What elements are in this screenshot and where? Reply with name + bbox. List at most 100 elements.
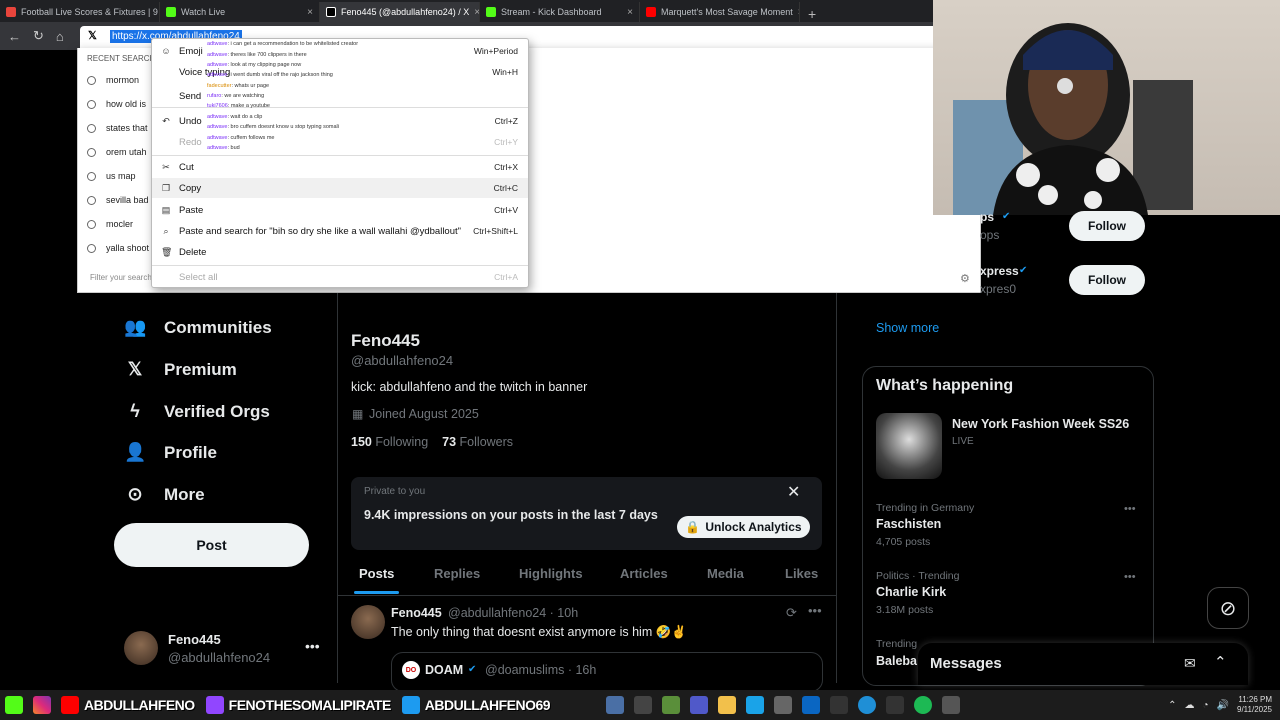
trend-title[interactable]: Charlie Kirk — [876, 585, 946, 599]
teams-icon[interactable] — [690, 696, 709, 714]
browser-tab-active[interactable]: Feno445 (@abdullahfeno24) / X × — [320, 2, 480, 22]
trend-title[interactable]: Baleba — [876, 654, 917, 668]
quoted-handle: @doamuslims · 16h — [485, 663, 597, 677]
show-more-link[interactable]: Show more — [876, 321, 939, 335]
follow-button[interactable]: Follow — [1069, 265, 1145, 295]
follow-button[interactable]: Follow — [1069, 211, 1145, 241]
favicon-icon — [166, 7, 176, 17]
lightning-icon: ϟ — [130, 401, 140, 421]
new-message-icon[interactable]: ✉ — [1184, 655, 1196, 672]
close-icon[interactable]: ✕ — [787, 482, 800, 502]
spotify-icon[interactable] — [914, 696, 933, 714]
youtube-favicon-icon — [646, 7, 656, 17]
taskbar-app-icon[interactable] — [774, 696, 793, 714]
browser-tab[interactable]: Football Live Scores & Fixtures | 9× — [0, 2, 160, 22]
taskbar-app-icon[interactable] — [886, 696, 905, 714]
more-dots-icon[interactable]: ••• — [305, 638, 320, 654]
undo-icon: ↶ — [162, 115, 170, 126]
menu-item-delete[interactable]: 🗑 Delete — [152, 242, 528, 262]
tab-media[interactable]: Media — [707, 566, 744, 581]
trend-context: Trending in Germany — [876, 502, 975, 514]
chat-message: adtwave: theres like 700 clippers in the… — [207, 52, 307, 58]
browser-tab[interactable]: Stream - Kick Dashboard × — [480, 2, 640, 22]
nav-more[interactable]: ⊙ More — [124, 484, 204, 505]
gear-icon[interactable]: ⚙ — [960, 272, 970, 285]
grok-icon[interactable]: ⊘ — [1207, 587, 1249, 629]
browser-tab[interactable]: Watch Live × — [160, 2, 320, 22]
recent-search-item[interactable]: states that — [87, 123, 148, 133]
event-title[interactable]: New York Fashion Week SS26 — [952, 417, 1129, 431]
nav-premium[interactable]: 𝕏 Premium — [124, 359, 237, 380]
file-explorer-icon[interactable] — [718, 696, 737, 714]
grok-icon[interactable]: ⟳ — [786, 605, 797, 621]
tab-replies[interactable]: Replies — [434, 566, 480, 581]
avatar[interactable] — [351, 605, 385, 639]
volume-icon[interactable]: 🔊 — [1217, 700, 1229, 711]
trend-title[interactable]: Faschisten — [876, 517, 941, 531]
chevron-up-icon[interactable]: ⌃ — [1214, 653, 1227, 671]
browser-tab[interactable]: Marquett's Most Savage Moment× — [640, 2, 800, 22]
youtube-icon — [61, 696, 79, 714]
tab-articles[interactable]: Articles — [620, 566, 668, 581]
back-icon[interactable]: ← — [8, 29, 21, 44]
menu-item-paste-and-search[interactable]: ⌕ Paste and search for "bih so dry she li… — [152, 221, 528, 241]
avatar[interactable] — [124, 631, 158, 665]
more-dots-icon[interactable]: ••• — [808, 603, 822, 618]
tab-likes[interactable]: Likes — [785, 566, 818, 581]
chevron-up-icon[interactable]: ⌃ — [1168, 700, 1176, 711]
post-handle: @abdullahfeno24 · 10h — [448, 606, 579, 620]
suggest-name: ps — [980, 210, 995, 224]
recent-search-item[interactable]: us map — [87, 171, 136, 181]
edge-icon[interactable] — [858, 696, 877, 714]
home-icon[interactable]: ⌂ — [56, 29, 64, 44]
outlook-icon[interactable] — [802, 696, 821, 714]
taskbar-app-icon[interactable] — [634, 696, 653, 714]
post-button[interactable]: Post — [114, 523, 309, 567]
unlock-analytics-button[interactable]: 🔒 Unlock Analytics — [677, 516, 810, 538]
system-tray: ⌃ ☁ ◔ 🔊 11:26 PM 9/11/2025 — [1168, 695, 1280, 715]
cloud-icon[interactable]: ☁ — [1185, 700, 1195, 711]
nav-communities[interactable]: 👥 Communities — [124, 317, 272, 338]
promo-private-label: Private to you — [364, 486, 426, 497]
quoted-avatar: DO — [402, 661, 420, 679]
more-dots-icon[interactable]: ••• — [1124, 503, 1136, 515]
menu-item-cut[interactable]: ✂ Cut Ctrl+X — [152, 157, 528, 177]
filter-searches-input[interactable]: Filter your searches — [90, 273, 160, 282]
followers-link[interactable]: 73 Followers — [442, 435, 513, 449]
taskbar-app-icon[interactable] — [746, 696, 765, 714]
history-icon — [87, 195, 96, 205]
taskbar-app-icon[interactable] — [606, 696, 625, 714]
clock[interactable]: 11:26 PM 9/11/2025 — [1237, 695, 1272, 715]
taskbar-app-icon[interactable] — [662, 696, 681, 714]
history-icon — [87, 243, 96, 253]
new-tab-icon[interactable]: + — [800, 6, 824, 22]
account-name: Feno445 — [168, 632, 221, 647]
close-tab-icon[interactable]: × — [307, 7, 313, 18]
recent-search-item[interactable]: mormon — [87, 75, 139, 85]
taskbar-app-icon[interactable] — [830, 696, 849, 714]
following-link[interactable]: 150 Following — [351, 435, 428, 449]
menu-item-copy[interactable]: ❐ Copy Ctrl+C — [152, 178, 528, 198]
wifi-icon[interactable]: ◔ — [1203, 700, 1209, 711]
taskbar-app-icon[interactable] — [942, 696, 961, 714]
recent-search-item[interactable]: yalla shoot — [87, 243, 149, 253]
menu-item-paste[interactable]: ▤ Paste Ctrl+V — [152, 200, 528, 220]
recent-search-item[interactable]: sevilla bad — [87, 195, 149, 205]
trend-context: Trending — [876, 638, 918, 650]
event-thumbnail[interactable] — [876, 413, 942, 479]
account-handle: @abdullahfeno24 — [168, 650, 271, 665]
nav-profile[interactable]: 👤 Profile — [124, 442, 217, 463]
paste-icon: ▤ — [161, 204, 171, 215]
nav-verified-orgs[interactable]: ϟ Verified Orgs — [124, 401, 270, 422]
more-dots-icon[interactable]: ••• — [1124, 571, 1136, 583]
overlay-twitter-name: ABDULLAHFENO69 — [424, 697, 551, 713]
recent-search-item[interactable]: mocler — [87, 219, 133, 229]
lock-icon: 🔒 — [685, 520, 701, 534]
refresh-icon[interactable]: ↻ — [33, 28, 44, 44]
tab-posts[interactable]: Posts — [359, 566, 394, 581]
cut-icon: ✂ — [162, 161, 170, 172]
recent-search-item[interactable]: orem utah — [87, 147, 147, 157]
tab-highlights[interactable]: Highlights — [519, 566, 583, 581]
close-tab-icon[interactable]: × — [627, 7, 633, 18]
recent-search-item[interactable]: how old is — [87, 99, 146, 109]
